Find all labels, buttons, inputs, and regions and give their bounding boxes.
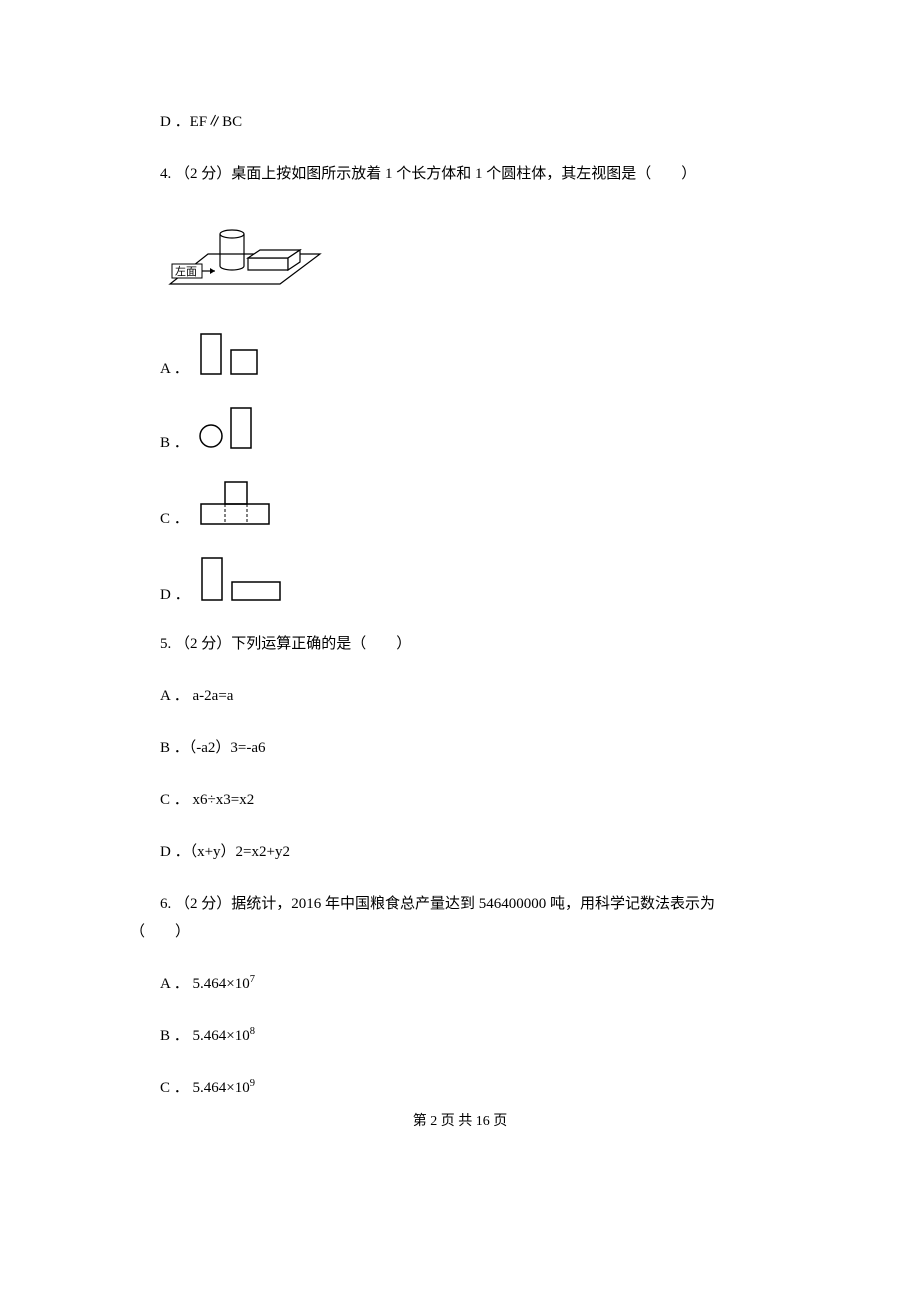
q6-option-a-label: A ．	[160, 976, 189, 992]
svg-text:左面: 左面	[175, 265, 197, 278]
q6-option-a-base: 5.464×10	[193, 976, 250, 992]
q6-option-c-exp: 9	[250, 1078, 255, 1089]
q6-option-b-base: 5.464×10	[193, 1028, 250, 1044]
q6-option-c-label: C ．	[160, 1080, 189, 1096]
q5-option-c: C ． x6÷x3=x2	[130, 788, 790, 812]
q6-option-b: B ． 5.464×108	[130, 1024, 790, 1048]
q5-stem: 5. （2 分）下列运算正确的是（ ）	[130, 632, 790, 656]
q4-option-b: B ．	[160, 406, 790, 452]
q6-option-a: A ． 5.464×107	[130, 972, 790, 996]
q4-option-c: C ．	[160, 480, 790, 528]
q4-option-c-label: C ．	[160, 507, 189, 528]
q4-option-a: A ．	[160, 332, 790, 378]
q4-option-a-label: A ．	[160, 357, 189, 378]
q6-option-b-exp: 8	[250, 1026, 255, 1037]
q4-option-b-label: B ．	[160, 431, 189, 452]
q4-figure: 左面	[160, 214, 790, 304]
q5-option-d: D ．（x+y）2=x2+y2	[130, 840, 790, 864]
q4-option-c-icon	[197, 480, 275, 528]
q6-stem-line2: （ ）	[130, 920, 790, 944]
q4-option-d-icon	[198, 556, 288, 604]
q4-option-d-label: D ．	[160, 583, 190, 604]
q4-option-b-icon	[197, 406, 267, 452]
q6-option-b-label: B ．	[160, 1028, 189, 1044]
q4-option-d: D ．	[160, 556, 790, 604]
q4-option-a-icon	[197, 332, 269, 378]
page-footer: 第 2 页 共 16 页	[130, 1110, 790, 1130]
q4-figure-svg: 左面	[160, 214, 330, 304]
q5-option-a: A ． a-2a=a	[130, 684, 790, 708]
q6-stem-line1: 6. （2 分）据统计，2016 年中国粮食总产量达到 546400000 吨，…	[130, 892, 790, 916]
q6-option-c-base: 5.464×10	[193, 1080, 250, 1096]
q4-stem: 4. （2 分）桌面上按如图所示放着 1 个长方体和 1 个圆柱体，其左视图是（…	[130, 162, 790, 186]
page-content: D ．EF∥BC 4. （2 分）桌面上按如图所示放着 1 个长方体和 1 个圆…	[0, 0, 920, 1160]
q6-option-c: C ． 5.464×109	[130, 1076, 790, 1100]
q6-option-a-exp: 7	[250, 974, 255, 985]
q3-option-d: D ．EF∥BC	[130, 110, 790, 134]
q5-option-b: B ．（-a2）3=-a6	[130, 736, 790, 760]
